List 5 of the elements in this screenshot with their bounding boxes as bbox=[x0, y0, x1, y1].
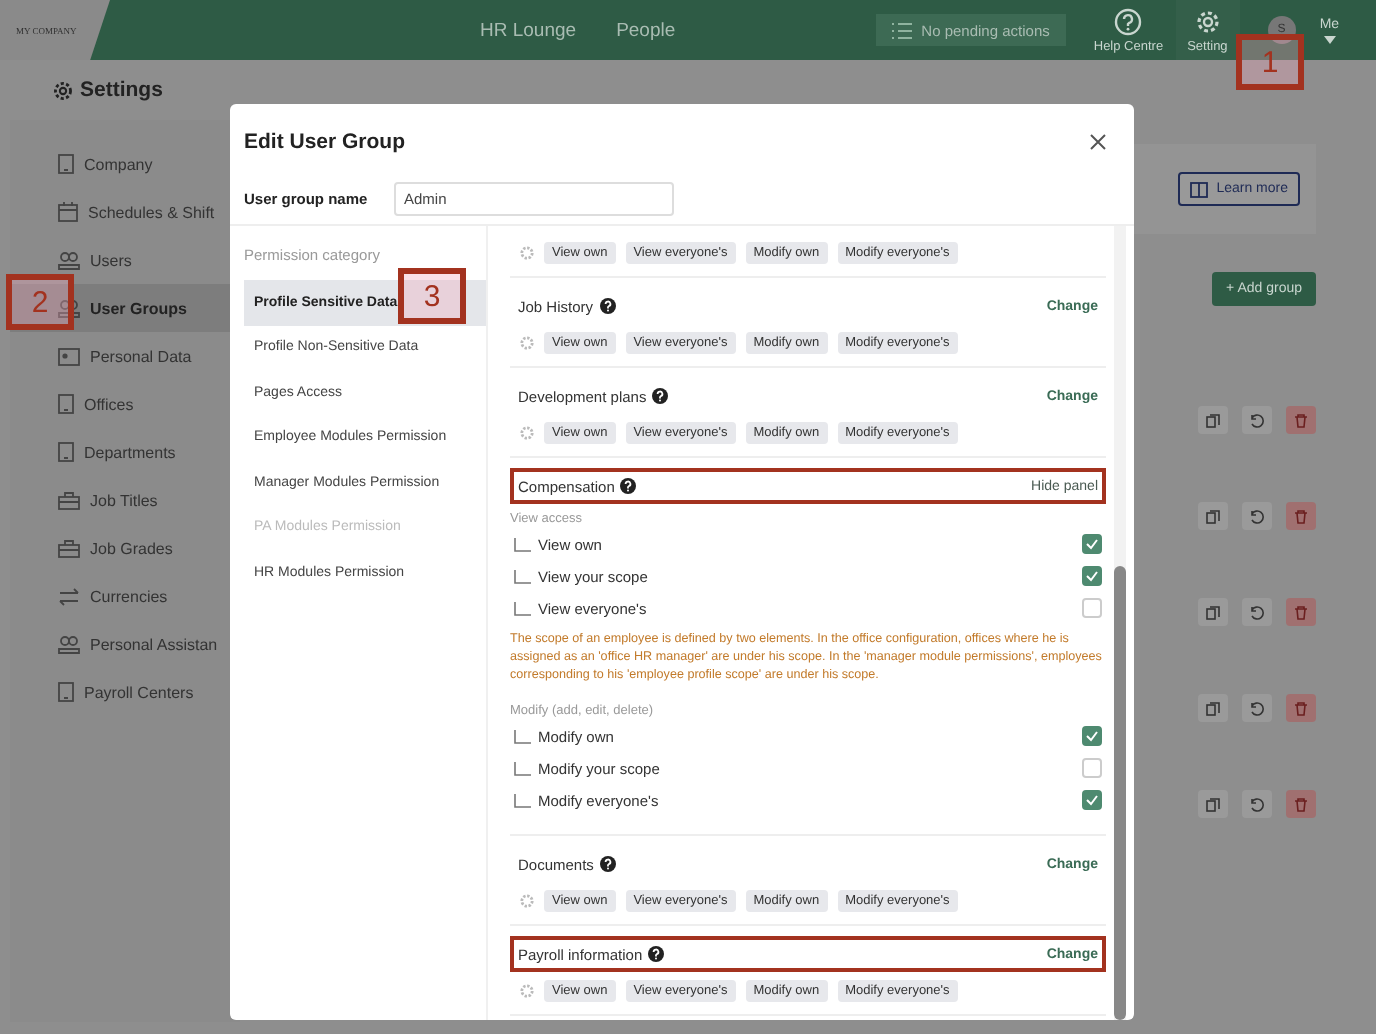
dialog-title: Edit User Group bbox=[244, 130, 406, 154]
annotation-marker: 1 bbox=[1236, 34, 1304, 90]
page-title: Settings bbox=[80, 78, 163, 102]
annotation-marker: 3 bbox=[398, 268, 466, 324]
annotation-marker: 2 bbox=[6, 274, 74, 330]
